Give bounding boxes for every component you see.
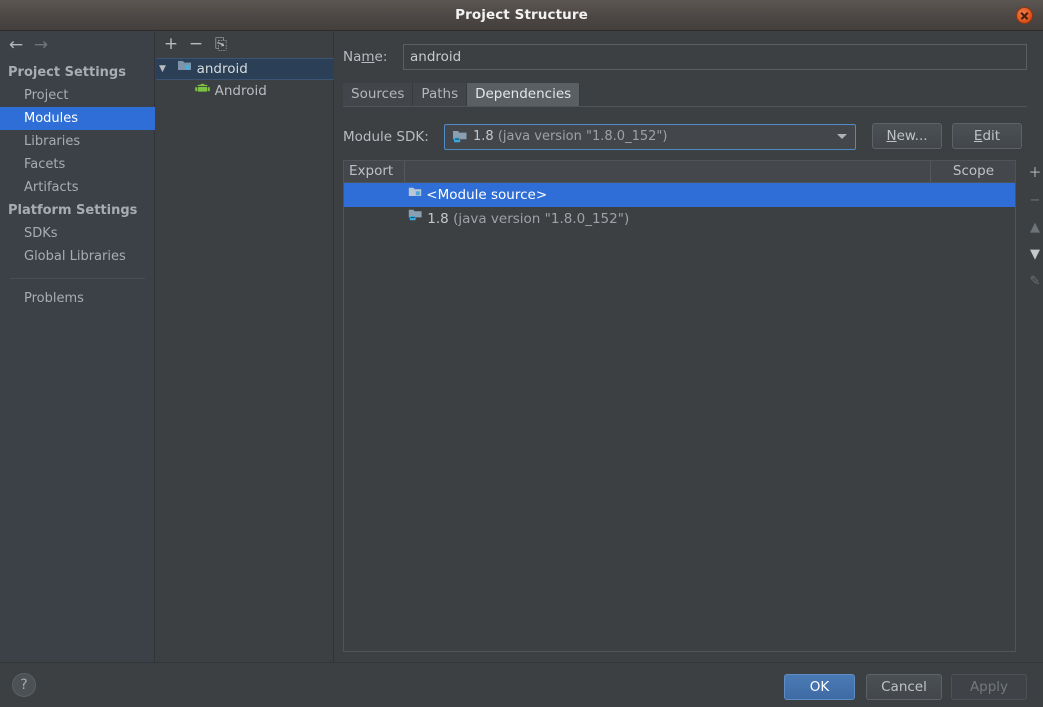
name-label-prefix: Na	[343, 49, 361, 65]
sidebar-item-libraries[interactable]: Libraries	[0, 130, 155, 153]
new-button-mnemonic: N	[886, 128, 896, 144]
move-down-button[interactable]: ▼	[1022, 241, 1043, 268]
dependencies-table: Export Scope <Module source>	[343, 160, 1016, 652]
name-label: Name:	[343, 44, 387, 70]
tree-node-android-module[interactable]: ▼ android	[156, 58, 334, 80]
sidebar-item-global-libraries[interactable]: Global Libraries	[0, 245, 155, 268]
nav-arrows: ← →	[0, 31, 155, 59]
column-header-name[interactable]	[406, 161, 931, 182]
new-button-suffix: ew...	[897, 128, 928, 144]
module-editor-panel: Name: Sources Paths Dependencies Module …	[335, 31, 1043, 662]
module-sdk-value-version: 1.8	[473, 129, 494, 144]
dependency-cell: <Module source>	[344, 187, 547, 203]
title-bar: Project Structure	[0, 0, 1043, 31]
edit-dependency-button[interactable]: ✎	[1022, 268, 1043, 295]
tab-sources[interactable]: Sources	[343, 83, 413, 106]
sidebar-item-modules[interactable]: Modules	[0, 107, 155, 130]
copy-module-icon[interactable]: ⎘	[211, 35, 231, 53]
dependency-name: <Module source>	[426, 187, 547, 203]
dependency-name-version: 1.8	[427, 211, 448, 227]
move-up-button[interactable]: ▲	[1022, 214, 1043, 241]
sdk-icon	[408, 206, 423, 230]
module-icon	[177, 58, 192, 78]
sidebar-group-project-settings: Project Settings	[0, 61, 155, 84]
module-tree-panel: + − ⎘ ▼ android	[156, 31, 334, 662]
new-sdk-button[interactable]: New...	[872, 123, 942, 149]
module-tree-toolbar: + − ⎘	[156, 31, 334, 57]
tab-dependencies[interactable]: Dependencies	[467, 83, 580, 106]
module-sdk-value: 1.8 (java version "1.8.0_152")	[473, 125, 829, 149]
dialog-footer: ? OK Cancel Apply	[0, 662, 1043, 707]
sidebar-item-facets[interactable]: Facets	[0, 153, 155, 176]
remove-module-icon[interactable]: −	[186, 35, 206, 53]
apply-button: Apply	[951, 674, 1027, 700]
dependency-name: (java version "1.8.0_152")	[449, 211, 629, 227]
add-dependency-button[interactable]: ＋	[1022, 160, 1043, 187]
column-header-scope[interactable]: Scope	[932, 161, 1015, 182]
cancel-button[interactable]: Cancel	[866, 674, 942, 700]
project-structure-dialog: Project Structure ← → Project Settings P…	[0, 0, 1043, 707]
chevron-down-icon[interactable]: ▼	[159, 59, 173, 79]
tree-node-android-facet[interactable]: Android	[156, 80, 334, 102]
module-tabs: Sources Paths Dependencies	[343, 83, 1027, 107]
tree-node-label: android	[197, 61, 248, 77]
chevron-down-icon[interactable]	[837, 134, 847, 139]
android-facet-icon	[195, 79, 210, 101]
sidebar-item-artifacts[interactable]: Artifacts	[0, 176, 155, 199]
name-row: Name:	[343, 44, 1027, 70]
window-title: Project Structure	[0, 0, 1043, 30]
name-label-suffix: e:	[375, 49, 388, 65]
sidebar-list: Project Settings Project Modules Librari…	[0, 61, 155, 310]
ok-button[interactable]: OK	[784, 674, 855, 700]
edit-sdk-button[interactable]: Edit	[952, 123, 1022, 149]
edit-button-suffix: dit	[982, 128, 1000, 144]
table-row[interactable]: <Module source>	[344, 183, 1015, 207]
forward-arrow-icon[interactable]: →	[30, 36, 52, 54]
sidebar-group-platform-settings: Platform Settings	[0, 199, 155, 222]
sidebar-item-sdks[interactable]: SDKs	[0, 222, 155, 245]
remove-dependency-button[interactable]: −	[1022, 187, 1043, 214]
tree-node-label: Android	[215, 83, 267, 99]
sidebar-item-problems[interactable]: Problems	[0, 287, 155, 310]
module-tree: ▼ android	[156, 58, 334, 662]
back-arrow-icon[interactable]: ←	[5, 36, 27, 54]
module-source-icon	[408, 182, 422, 206]
sdk-icon	[452, 129, 468, 148]
module-sdk-combobox[interactable]: 1.8 (java version "1.8.0_152")	[444, 124, 856, 150]
name-input[interactable]	[403, 44, 1027, 70]
column-header-export[interactable]: Export	[344, 161, 405, 182]
sidebar-divider	[10, 278, 145, 279]
module-sdk-row: Module SDK: 1.8 (java version "1.8.0_152…	[343, 123, 1027, 151]
sidebar-item-project[interactable]: Project	[0, 84, 155, 107]
module-sdk-label: Module SDK:	[343, 123, 429, 151]
dependencies-toolbar: ＋ − ▲ ▼ ✎	[1022, 160, 1043, 320]
module-sdk-value-detail: (java version "1.8.0_152")	[494, 129, 668, 144]
help-button[interactable]: ?	[12, 673, 36, 697]
settings-sidebar: ← → Project Settings Project Modules Lib…	[0, 31, 155, 662]
table-row[interactable]: 1.8 (java version "1.8.0_152")	[344, 207, 1015, 231]
close-icon[interactable]	[1016, 7, 1033, 24]
dependency-cell: 1.8 (java version "1.8.0_152")	[344, 211, 629, 227]
dependencies-table-header: Export Scope	[344, 161, 1015, 183]
tab-paths[interactable]: Paths	[413, 83, 467, 106]
add-module-icon[interactable]: +	[161, 35, 181, 53]
name-label-mnemonic: m	[361, 49, 374, 65]
